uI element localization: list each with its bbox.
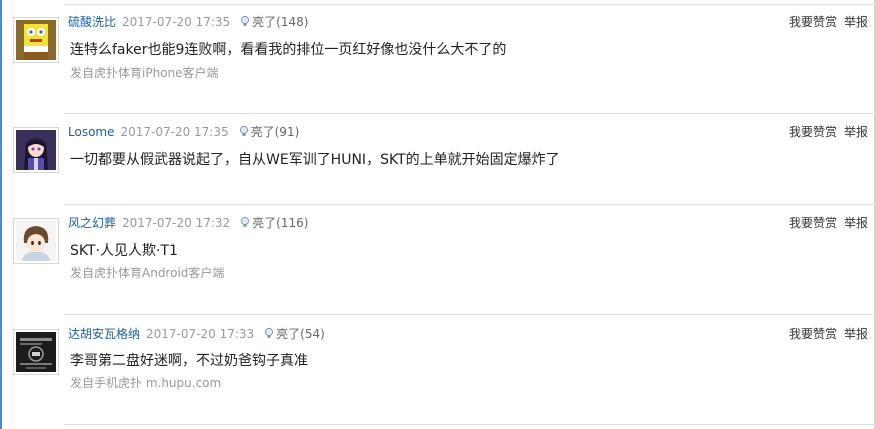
anime-girl-avatar-icon[interactable] <box>13 127 59 173</box>
light-count: 亮了(91) <box>250 125 300 139</box>
anime-boy-avatar-icon[interactable] <box>13 218 59 264</box>
reply-item: 风之幻葬 2017-07-20 17:32 亮了(116) 我要赞赏 举报 SKT·人… <box>0 204 876 314</box>
post-time: 2017-07-20 17:33 <box>146 327 255 341</box>
reply-source: 发自虎扑体育Android客户端 <box>70 266 225 280</box>
report-button[interactable]: 举报 <box>844 125 868 139</box>
username-link[interactable]: 硫酸洗比 <box>68 15 116 29</box>
spongebob-avatar-icon[interactable] <box>13 17 59 63</box>
post-time: 2017-07-20 17:35 <box>120 125 229 139</box>
reply-actions: 我要赞赏 举报 <box>789 123 868 141</box>
reply-divider <box>64 424 876 425</box>
reply-source: 发自虎扑体育iPhone客户端 <box>70 66 219 80</box>
reply-actions: 我要赞赏 举报 <box>789 214 868 232</box>
reply-item: 硫酸洗比 2017-07-20 17:35 亮了(148) 我要赞赏 举报 连特么fa… <box>0 4 876 111</box>
reply-meta: Losome 2017-07-20 17:35 亮了(91) <box>68 123 299 141</box>
reply-content: 连特么faker也能9连败啊，看看我的排位一页红好像也没什么大不了的 <box>70 42 507 58</box>
light-button[interactable]: 亮了(148) <box>240 15 308 29</box>
reply-source: 发自手机虎扑 m.hupu.com <box>70 376 222 390</box>
reply-actions: 我要赞赏 举报 <box>789 13 868 31</box>
light-count: 亮了(148) <box>252 15 309 29</box>
report-button[interactable]: 举报 <box>844 216 868 230</box>
lightbulb-icon <box>239 126 248 136</box>
reply-actions: 我要赞赏 举报 <box>789 325 868 343</box>
lightbulb-icon <box>241 217 250 227</box>
reply-meta: 硫酸洗比 2017-07-20 17:35 亮了(148) <box>68 13 308 31</box>
reply-divider <box>64 113 876 114</box>
post-time: 2017-07-20 17:32 <box>122 216 231 230</box>
reply-item: Losome 2017-07-20 17:35 亮了(91) 我要赞赏 举报 一切都要… <box>0 113 876 204</box>
reply-meta: 达胡安瓦格纳 2017-07-20 17:33 亮了(54) <box>68 325 325 343</box>
reward-button[interactable]: 我要赞赏 <box>789 327 837 341</box>
light-button[interactable]: 亮了(116) <box>240 216 308 230</box>
reply-divider <box>64 4 876 5</box>
reward-button[interactable]: 我要赞赏 <box>789 15 837 29</box>
reply-meta: 风之幻葬 2017-07-20 17:32 亮了(116) <box>68 214 308 232</box>
reply-content: 李哥第二盘好迷啊，不过奶爸钩子真准 <box>70 353 308 369</box>
reward-button[interactable]: 我要赞赏 <box>789 216 837 230</box>
reply-divider <box>64 204 876 205</box>
reply-content: SKT·人见人欺·T1 <box>70 243 178 259</box>
reply-list-page: 硫酸洗比 2017-07-20 17:35 亮了(148) 我要赞赏 举报 连特么fa… <box>0 0 876 429</box>
reply-divider <box>64 314 876 315</box>
username-link[interactable]: 风之幻葬 <box>68 216 116 230</box>
light-button[interactable]: 亮了(54) <box>264 327 325 341</box>
lightbulb-icon <box>241 16 250 26</box>
report-button[interactable]: 举报 <box>844 327 868 341</box>
post-time: 2017-07-20 17:35 <box>122 15 231 29</box>
light-button[interactable]: 亮了(91) <box>239 125 300 139</box>
username-link[interactable]: 达胡安瓦格纳 <box>68 327 140 341</box>
username-link[interactable]: Losome <box>68 125 114 139</box>
light-count: 亮了(116) <box>252 216 309 230</box>
reward-button[interactable]: 我要赞赏 <box>789 125 837 139</box>
report-button[interactable]: 举报 <box>844 15 868 29</box>
reply-content: 一切都要从假武器说起了，自从WE军训了HUNI，SKT的上单就开始固定爆炸了 <box>70 152 560 168</box>
reply-item: 达胡安瓦格纳 2017-07-20 17:33 亮了(54) 我要赞赏 举报 李哥第二… <box>0 314 876 424</box>
lightbulb-icon <box>265 328 274 338</box>
dark-badge-avatar-icon[interactable] <box>13 329 59 375</box>
light-count: 亮了(54) <box>276 327 325 341</box>
